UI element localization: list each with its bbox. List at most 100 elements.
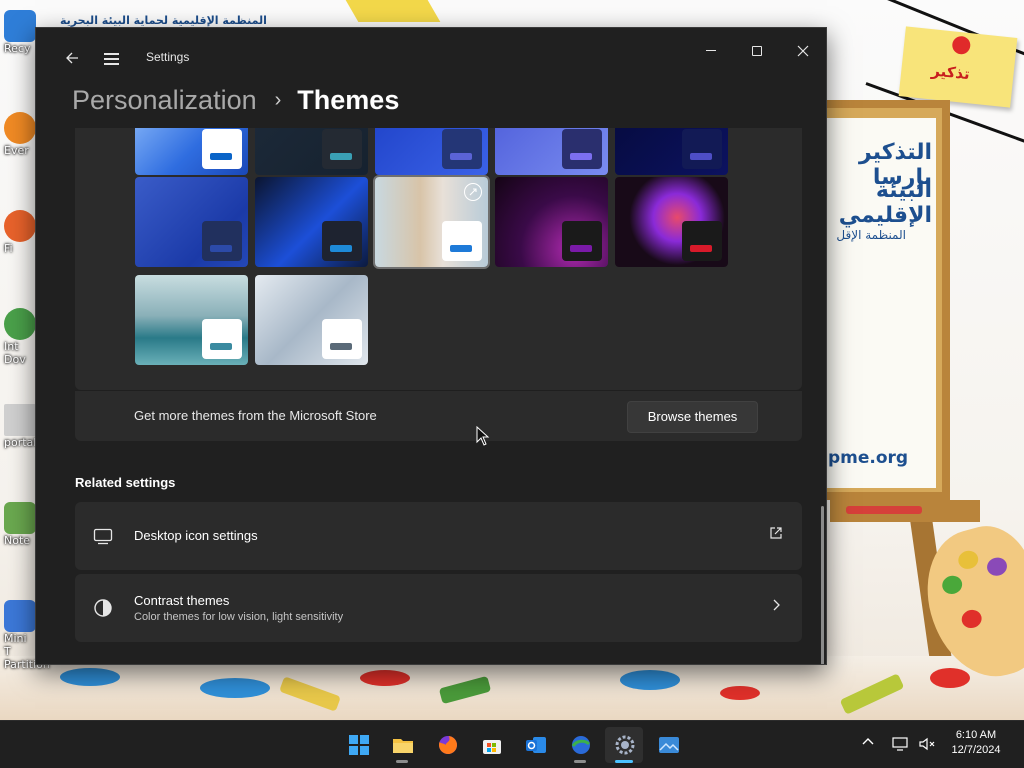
taskbar-photos[interactable]: [649, 727, 687, 763]
taskbar-outlook[interactable]: [516, 727, 554, 763]
partition-tool-icon: [4, 600, 36, 632]
theme-thumbnail[interactable]: [255, 177, 368, 267]
taskbar-firefox[interactable]: [428, 727, 466, 763]
theme-preview-window: [682, 221, 722, 261]
theme-thumbnail[interactable]: [375, 177, 488, 267]
easel-text: المنظمة الإقل: [836, 228, 906, 242]
desktop-icon-ever[interactable]: Ever: [0, 112, 36, 157]
easel-url: pme.org: [828, 448, 909, 468]
paint-splat: [930, 668, 970, 688]
volume-muted-icon[interactable]: [918, 736, 936, 751]
contrast-themes-row[interactable]: Contrast themes Color themes for low vis…: [75, 574, 802, 642]
theme-thumbnail[interactable]: [255, 128, 368, 175]
paint-splat: [60, 668, 120, 686]
taskbar-internet-download[interactable]: [561, 727, 599, 763]
folder-icon: [392, 734, 414, 756]
theme-preview-window: [202, 129, 242, 169]
breadcrumb-parent[interactable]: Personalization: [72, 85, 257, 116]
paint-blob: [985, 555, 1009, 578]
open-external-icon: [766, 526, 786, 546]
spotlight-badge-icon: [464, 183, 482, 201]
desktop-icon-notepad[interactable]: Note: [0, 502, 36, 547]
theme-preview-window: [322, 129, 362, 169]
theme-thumbnail[interactable]: [615, 177, 728, 267]
clock[interactable]: 6:10 AM 12/7/2024: [944, 728, 1008, 758]
close-button[interactable]: [792, 40, 814, 62]
row-title: Desktop icon settings: [134, 528, 258, 543]
themes-gallery: [75, 128, 802, 390]
row-title: Contrast themes: [134, 593, 230, 608]
accent-color-swatch: [210, 245, 232, 252]
pin-icon: [951, 35, 972, 56]
sticky-note-text: تذكير: [930, 61, 971, 84]
taskbar-microsoft-store[interactable]: [472, 727, 510, 763]
theme-preview-window: [562, 129, 602, 169]
store-row: Get more themes from the Microsoft Store…: [75, 390, 802, 441]
desktop-icon-settings-row[interactable]: Desktop icon settings: [75, 502, 802, 570]
chevron-up-icon: [862, 738, 874, 745]
scrollbar[interactable]: [821, 506, 824, 664]
app-shortcut-icon: [4, 112, 36, 144]
firefox-icon: [437, 734, 459, 756]
recycle-bin-icon: [4, 10, 36, 42]
paint-tube: [279, 676, 341, 712]
clock-date: 12/7/2024: [951, 744, 1001, 756]
desktop-icon-minitool-partition[interactable]: Mini T Partition: [0, 600, 50, 671]
desktop-icon-internet-download[interactable]: Int Dov: [0, 308, 36, 366]
gear-icon: [614, 734, 636, 756]
desktop-icon-portal[interactable]: portal: [0, 404, 36, 449]
taskbar-file-explorer[interactable]: [383, 727, 421, 763]
theme-thumbnail[interactable]: [495, 128, 608, 175]
hamburger-icon[interactable]: [100, 46, 124, 70]
firefox-icon: [4, 210, 36, 242]
theme-thumbnail[interactable]: [495, 177, 608, 267]
store-text: Get more themes from the Microsoft Store: [134, 408, 377, 423]
close-icon: [797, 45, 809, 57]
minimize-button[interactable]: [700, 40, 722, 62]
paint-splat: [200, 678, 270, 698]
network-icon[interactable]: [892, 736, 910, 751]
theme-thumbnail[interactable]: [135, 128, 248, 175]
breadcrumb: Personalization › Themes: [72, 80, 399, 120]
accent-color-swatch: [330, 153, 352, 160]
theme-preview-window: [202, 221, 242, 261]
theme-preview-window: [682, 129, 722, 169]
outlook-icon: [525, 734, 547, 756]
photos-icon: [658, 734, 680, 756]
minimize-icon: [706, 50, 716, 51]
tray-overflow-button[interactable]: [862, 734, 874, 748]
arrow-left-icon[interactable]: [60, 46, 84, 70]
theme-thumbnail[interactable]: [615, 128, 728, 175]
accent-color-swatch: [330, 343, 352, 350]
content-area[interactable]: Get more themes from the Microsoft Store…: [36, 128, 826, 664]
accent-color-swatch: [450, 153, 472, 160]
taskbar-start[interactable]: [339, 727, 377, 763]
desktop-icon-recycle-bin[interactable]: Recy: [0, 10, 36, 55]
paint-splat: [720, 686, 760, 700]
windows-start-icon: [348, 734, 370, 756]
theme-thumbnail[interactable]: [255, 275, 368, 365]
browse-themes-button[interactable]: Browse themes: [627, 401, 758, 433]
theme-thumbnail[interactable]: [135, 177, 248, 267]
paint-splat: [620, 670, 680, 690]
theme-preview-window: [322, 319, 362, 359]
chevron-right-icon: ›: [274, 88, 282, 111]
app-title: Settings: [146, 50, 190, 64]
download-manager-icon: [4, 308, 36, 340]
wallpaper-stripe: [345, 0, 441, 22]
monitor-icon: [93, 526, 113, 546]
wallpaper-floor: [0, 656, 1024, 720]
wallpaper-header-text: المنظمة الإقليمية لحماية البيئة البحرية: [60, 14, 267, 27]
pencil-icon: [846, 506, 922, 514]
theme-thumbnail[interactable]: [135, 275, 248, 365]
maximize-button[interactable]: [746, 40, 768, 62]
accent-color-swatch: [570, 153, 592, 160]
accent-color-swatch: [570, 245, 592, 252]
title-bar[interactable]: Settings: [36, 28, 826, 86]
theme-thumbnail[interactable]: [375, 128, 488, 175]
easel-text: البيئة الإقليمي: [838, 178, 932, 228]
accent-color-swatch: [330, 245, 352, 252]
desktop-icon-firefox[interactable]: Fi: [0, 210, 36, 255]
taskbar-settings[interactable]: [605, 727, 643, 763]
running-indicator: [574, 760, 586, 763]
